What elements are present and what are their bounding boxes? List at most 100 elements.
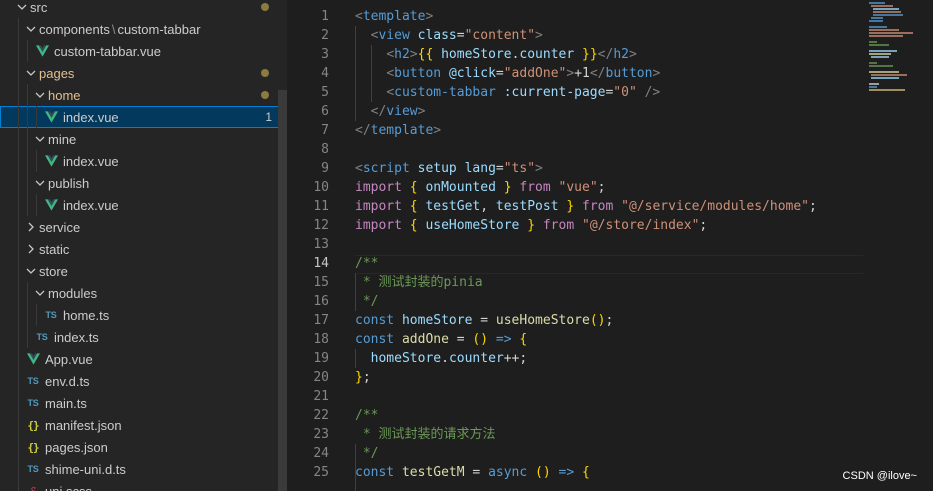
code-line[interactable]: 6 </view> — [287, 102, 933, 121]
code-line[interactable]: 16 */ — [287, 292, 933, 311]
code-line[interactable]: 25 const testGetM = async () => { — [287, 463, 933, 482]
indent-guide — [18, 326, 19, 348]
chevron-down-icon[interactable] — [23, 21, 39, 37]
indent-guide — [18, 150, 19, 172]
code-line[interactable]: 12 import { useHomeStore } from "@/store/… — [287, 216, 933, 235]
indent-guide — [18, 414, 19, 436]
code-line[interactable]: 8 — [287, 140, 933, 159]
tree-folder[interactable]: modules — [0, 282, 287, 304]
path-separator: \ — [111, 21, 116, 37]
tree-file[interactable]: custom-tabbar.vue — [0, 40, 287, 62]
line-number: 13 — [313, 237, 329, 252]
code-line[interactable]: 22 /** — [287, 406, 933, 425]
tree-item-label: service — [39, 219, 81, 235]
typescript-file-icon: TS — [27, 464, 39, 474]
code-line[interactable]: 17 const homeStore = useHomeStore(); — [287, 311, 933, 330]
line-number: 3 — [321, 47, 329, 62]
code-line[interactable]: 21 — [287, 387, 933, 406]
chevron-down-icon[interactable] — [32, 175, 48, 191]
tree-folder[interactable]: components \ custom-tabbar — [0, 18, 287, 40]
tree-item-label: home.ts — [63, 307, 110, 323]
line-number: 22 — [313, 408, 329, 423]
code-editor[interactable]: 1 <template> 2 <view class="content"> 3 <h2… — [287, 0, 933, 491]
tree-file[interactable]: index.vue 1 — [0, 106, 287, 128]
code-line[interactable]: 13 — [287, 235, 933, 254]
code-line[interactable]: 10 import { onMounted } from "vue"; — [287, 178, 933, 197]
chevron-down-icon[interactable] — [32, 131, 48, 147]
modified-dot-icon — [261, 69, 269, 77]
indent-guide — [27, 150, 28, 172]
code-line[interactable]: 2 <view class="content"> — [287, 26, 933, 45]
code-line[interactable]: 4 <button @click="addOne">+1</button> — [287, 64, 933, 83]
indent-guide — [18, 392, 19, 414]
chevron-right-icon[interactable] — [23, 241, 39, 257]
code-line[interactable]: 7 </template> — [287, 121, 933, 140]
tree-file[interactable]: TS main.ts — [0, 392, 287, 414]
minimap-line — [869, 32, 913, 34]
minimap-line — [871, 74, 907, 76]
explorer-scrollbar[interactable] — [278, 90, 287, 491]
chevron-down-icon[interactable] — [32, 87, 48, 103]
minimap-line — [869, 86, 877, 88]
code-line[interactable]: 5 <custom-tabbar :current-page="0" /> — [287, 83, 933, 102]
code-line[interactable]: 3 <h2>{{ homeStore.counter }}</h2> — [287, 45, 933, 64]
code-line[interactable]: 14 /** — [287, 254, 933, 273]
indent-guide — [18, 194, 19, 216]
vue-file-icon — [43, 153, 59, 169]
indent-guide — [18, 128, 19, 150]
tree-file[interactable]: {} pages.json — [0, 436, 287, 458]
tree-folder[interactable]: home — [0, 84, 287, 106]
indent-guide — [355, 349, 356, 368]
code-line[interactable]: 19 homeStore.counter++; — [287, 349, 933, 368]
minimap-line — [869, 71, 899, 73]
code-line[interactable]: 24 */ — [287, 444, 933, 463]
tree-folder[interactable]: static — [0, 238, 287, 260]
code-line[interactable]: 20}; — [287, 368, 933, 387]
indent-guide — [36, 194, 37, 216]
tree-file[interactable]: TS shime-uni.d.ts — [0, 458, 287, 480]
indent-guide — [355, 26, 356, 121]
tree-folder[interactable]: service — [0, 216, 287, 238]
code-line[interactable]: 15 * 测试封装的pinia — [287, 273, 933, 292]
code-line[interactable]: 23 * 测试封装的请求方法 — [287, 425, 933, 444]
code-line[interactable]: 9 <script setup lang="ts"> — [287, 159, 933, 178]
tree-folder[interactable]: mine — [0, 128, 287, 150]
tree-folder[interactable]: publish — [0, 172, 287, 194]
indent-guide — [18, 458, 19, 480]
tree-file[interactable]: ℰuni.scss — [0, 480, 287, 491]
tree-file[interactable]: {} manifest.json — [0, 414, 287, 436]
code-text: import { testGet, testPost } from "@/ser… — [355, 199, 817, 214]
code-text: const addOne = () => { — [355, 332, 528, 347]
chevron-down-icon[interactable] — [23, 65, 39, 81]
code-line[interactable]: 1 <template> — [287, 7, 933, 26]
tree-folder[interactable]: pages — [0, 62, 287, 84]
tree-file[interactable]: TS home.ts — [0, 304, 287, 326]
vue-file-icon — [43, 109, 59, 125]
code-text: import { onMounted } from "vue"; — [355, 180, 606, 195]
tree-file[interactable]: TS env.d.ts — [0, 370, 287, 392]
code-line[interactable]: 18 const addOne = () => { — [287, 330, 933, 349]
indent-guide — [27, 172, 28, 194]
indent-guide — [371, 45, 372, 102]
tree-file[interactable]: index.vue — [0, 150, 287, 172]
tree-folder[interactable]: store — [0, 260, 287, 282]
tree-folder[interactable]: src — [0, 0, 287, 18]
code-line[interactable]: 11 import { testGet, testPost } from "@/s… — [287, 197, 933, 216]
indent-guide — [18, 304, 19, 326]
chevron-down-icon[interactable] — [23, 263, 39, 279]
indent-guide — [27, 282, 28, 304]
chevron-down-icon[interactable] — [32, 285, 48, 301]
minimap-line — [869, 20, 883, 22]
line-number: 21 — [313, 389, 329, 404]
tree-file[interactable]: TS index.ts — [0, 326, 287, 348]
tree-item-label: modules — [48, 285, 98, 301]
tree-item-label: shime-uni.d.ts — [45, 461, 126, 477]
json-file-icon: {} — [27, 418, 39, 432]
chevron-right-icon[interactable] — [23, 219, 39, 235]
minimap[interactable] — [867, 0, 933, 491]
tree-file[interactable]: App.vue — [0, 348, 287, 370]
tree-item-label: components — [39, 21, 110, 37]
indent-guide — [18, 260, 19, 282]
tree-file[interactable]: index.vue — [0, 194, 287, 216]
chevron-down-icon[interactable] — [14, 0, 30, 15]
